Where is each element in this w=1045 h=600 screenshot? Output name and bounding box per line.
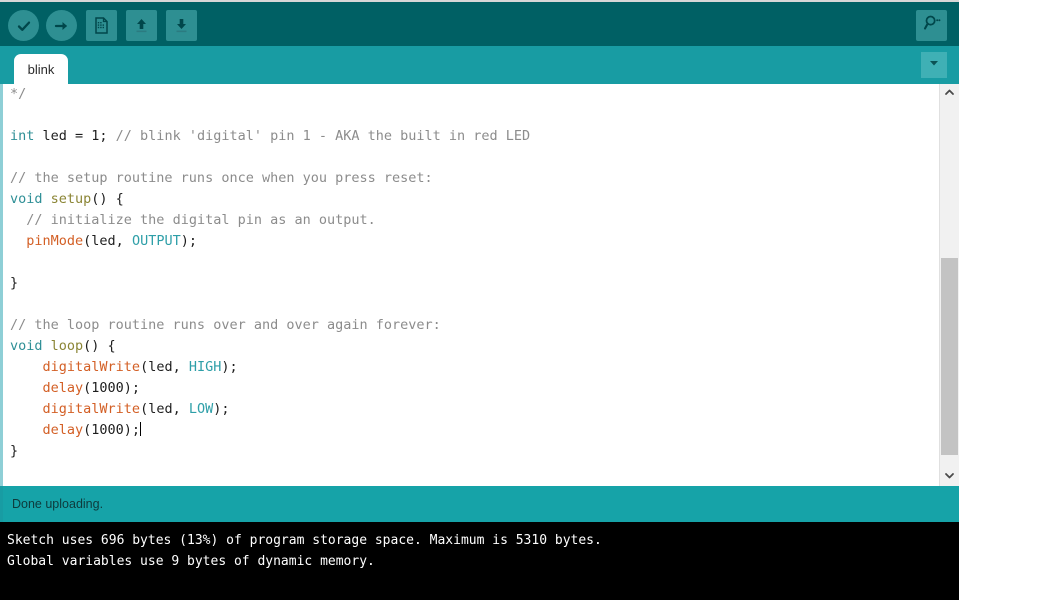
tab-menu-button[interactable] [921, 52, 947, 78]
code-token: setup [50, 191, 92, 207]
scrollbar-thumb[interactable] [941, 258, 958, 455]
open-button[interactable] [126, 10, 157, 41]
code-token: } [10, 275, 19, 291]
editor-vertical-scrollbar[interactable] [939, 84, 959, 486]
code-token: ); [180, 233, 197, 249]
tab-label: blink [27, 61, 55, 77]
code-token: (1000); [83, 380, 141, 396]
serial-monitor-button[interactable] [916, 10, 947, 41]
scrollbar-down-button[interactable] [940, 467, 959, 486]
arrow-right-icon [52, 16, 72, 36]
code-token: delay [42, 422, 84, 438]
code-token: pinMode [26, 233, 84, 249]
code-token: led = 1; [34, 128, 116, 144]
tab-bar: blink [0, 46, 959, 130]
save-button[interactable] [166, 10, 197, 41]
code-token: LOW [188, 401, 214, 417]
code-token: // the loop routine runs over and over a… [10, 317, 441, 333]
code-token: HIGH [188, 359, 222, 375]
code-token: () { [83, 338, 116, 354]
console-line: Sketch uses 696 bytes (13%) of program s… [7, 533, 602, 548]
code-token: void [10, 191, 43, 207]
console-output[interactable]: Sketch uses 696 bytes (13%) of program s… [0, 522, 959, 600]
code-token: delay [42, 380, 84, 396]
code-editor[interactable]: */ int led = 1; // blink 'digital' pin 1… [0, 84, 959, 486]
magnifier-icon [922, 13, 942, 38]
code-token: () { [91, 191, 124, 207]
code-token: // the setup routine runs once when you … [10, 170, 433, 186]
status-message: Done uploading. [12, 497, 104, 511]
new-document-icon [92, 16, 111, 35]
code-token: digitalWrite [42, 359, 141, 375]
code-token: } [10, 443, 19, 459]
upload-button[interactable] [46, 10, 77, 41]
toolbar-button-group [8, 10, 197, 41]
code-token: ); [213, 401, 230, 417]
code-token: OUTPUT [131, 233, 181, 249]
chevron-down-icon [927, 56, 941, 75]
code-token: // initialize the digital pin as an outp… [26, 212, 376, 228]
arduino-ide-window: blink */ int led = 1; // blink 'digital'… [0, 0, 959, 600]
code-token: ); [221, 359, 238, 375]
toolbar [0, 0, 959, 46]
new-button[interactable] [86, 10, 117, 41]
code-token: // blink 'digital' pin 1 - AKA the built… [115, 128, 531, 144]
verify-button[interactable] [8, 10, 39, 41]
text-caret [140, 422, 142, 436]
code-token: (led, [140, 359, 189, 375]
code-token: int [10, 128, 35, 144]
chevron-up-icon [944, 85, 955, 103]
checkmark-icon [14, 16, 34, 36]
status-bar: Done uploading. [0, 486, 959, 522]
chevron-down-icon [944, 468, 955, 486]
code-token: (1000); [83, 422, 141, 438]
code-token: void [10, 338, 43, 354]
tab-blink[interactable]: blink [14, 54, 68, 84]
console-line: Global variables use 9 bytes of dynamic … [7, 554, 375, 569]
arrow-up-icon [132, 16, 151, 35]
code-token: */ [10, 86, 27, 102]
code-content[interactable]: */ int led = 1; // blink 'digital' pin 1… [10, 84, 530, 462]
scrollbar-up-button[interactable] [940, 84, 959, 103]
arrow-down-icon [172, 16, 191, 35]
code-token: (led, [140, 401, 189, 417]
code-token: (led, [83, 233, 132, 249]
code-token: loop [50, 338, 84, 354]
code-token: digitalWrite [42, 401, 141, 417]
